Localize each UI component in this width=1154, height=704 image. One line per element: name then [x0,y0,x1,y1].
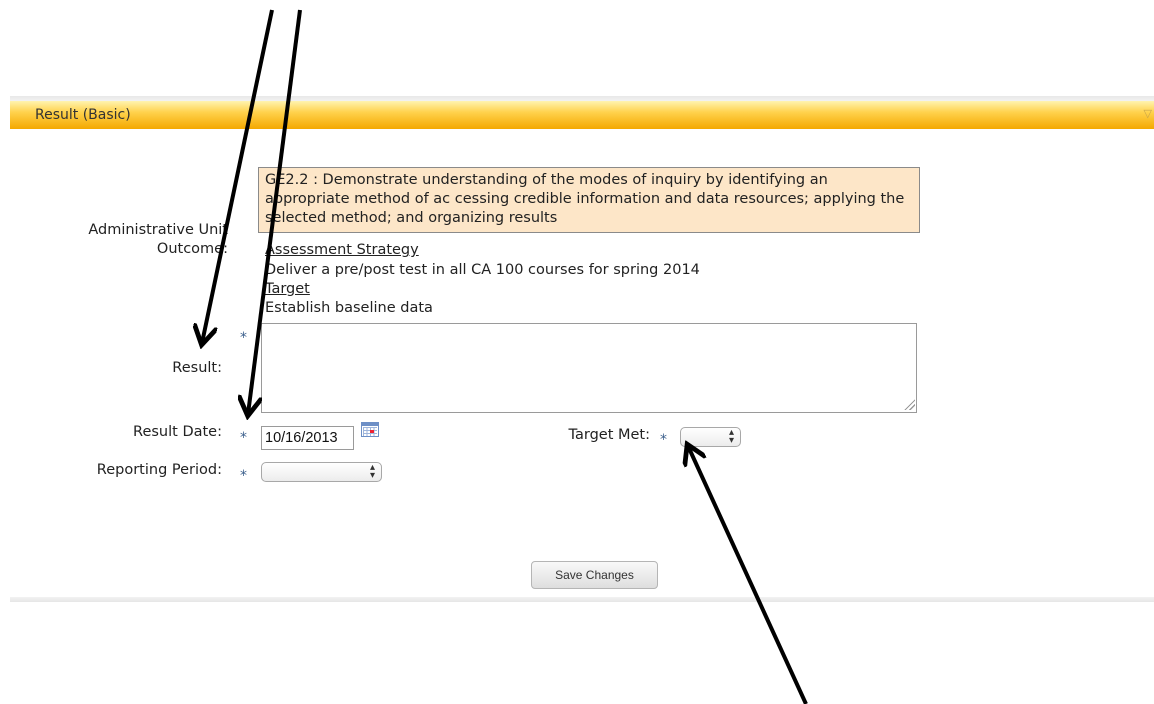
annotation-arrow-3 [688,446,808,704]
annotation-arrow-1 [202,9,274,343]
annotation-arrows [0,9,808,704]
annotation-arrow-2 [248,9,302,414]
